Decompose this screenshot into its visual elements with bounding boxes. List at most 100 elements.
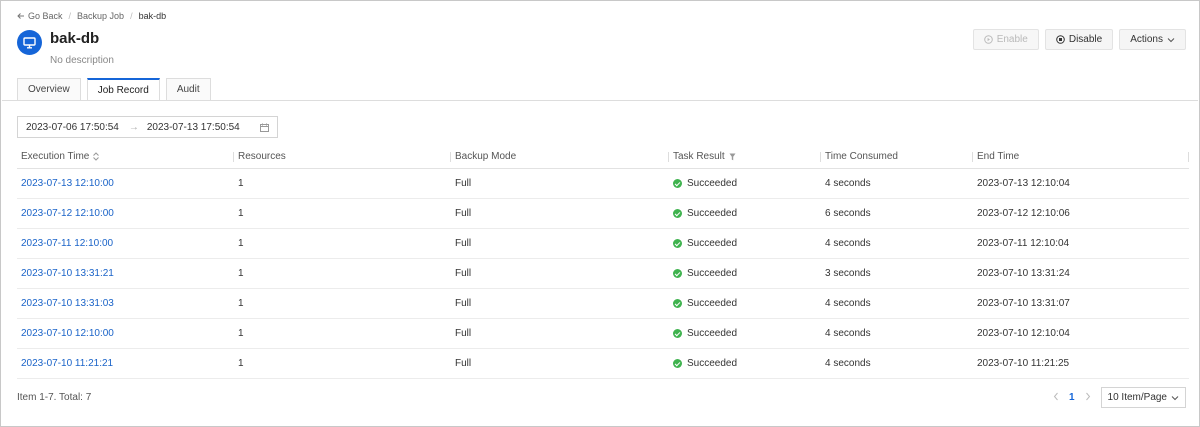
resources-value: 1 xyxy=(238,298,244,309)
chevron-down-icon xyxy=(1167,37,1175,42)
filter-icon[interactable] xyxy=(729,153,736,161)
page-title: bak-db xyxy=(50,30,100,47)
execution-time-link[interactable]: 2023-07-10 12:10:00 xyxy=(21,328,114,339)
end-time-value: 2023-07-10 13:31:07 xyxy=(977,298,1070,309)
table-row: 2023-07-13 12:10:00 1 Full Succeeded 4 s… xyxy=(17,169,1189,199)
disable-button[interactable]: Disable xyxy=(1044,29,1114,50)
table-row: 2023-07-10 11:21:21 1 Full Succeeded 4 s… xyxy=(17,349,1189,379)
chevron-down-icon xyxy=(1171,395,1179,400)
column-label: Task Result xyxy=(673,151,725,162)
monitor-icon xyxy=(23,36,36,48)
calendar-icon xyxy=(260,123,269,132)
column-label: Time Consumed xyxy=(825,151,898,162)
disable-button-label: Disable xyxy=(1068,34,1103,45)
table-header: Execution Time Resources Backup Mode Tas… xyxy=(17,145,1189,169)
breadcrumb-separator: / xyxy=(130,11,133,21)
end-time-value: 2023-07-10 11:21:25 xyxy=(977,358,1070,369)
backup-mode-value: Full xyxy=(455,328,472,339)
execution-time-link[interactable]: 2023-07-10 13:31:03 xyxy=(21,298,114,309)
column-backup-mode: Backup Mode xyxy=(451,145,669,168)
column-end-time: End Time xyxy=(973,145,1189,168)
column-divider xyxy=(1188,152,1189,162)
prev-page-button[interactable] xyxy=(1053,392,1059,404)
resources-value: 1 xyxy=(238,268,244,279)
page-size-select[interactable]: 10 Item/Page xyxy=(1100,387,1186,408)
table-row: 2023-07-11 12:10:00 1 Full Succeeded 4 s… xyxy=(17,229,1189,259)
task-result-value: Succeeded xyxy=(687,238,738,249)
task-result-value: Succeeded xyxy=(687,328,738,339)
task-result-value: Succeeded xyxy=(687,358,738,369)
execution-time-link[interactable]: 2023-07-10 11:21:21 xyxy=(21,358,113,369)
avatar xyxy=(17,30,42,55)
tab-bar: Overview Job Record Audit xyxy=(17,78,211,101)
end-date-value[interactable]: 2023-07-13 17:50:54 xyxy=(147,122,240,133)
end-time-value: 2023-07-13 12:10:04 xyxy=(977,178,1070,189)
backup-mode-value: Full xyxy=(455,178,472,189)
time-consumed-value: 4 seconds xyxy=(825,328,871,339)
page-frame: Go Back / Backup Job / bak-db bak-db No … xyxy=(0,0,1200,427)
breadcrumb-backup-job[interactable]: Backup Job xyxy=(77,11,124,21)
backup-mode-value: Full xyxy=(455,268,472,279)
sort-icon[interactable] xyxy=(93,152,100,161)
enable-button-label: Enable xyxy=(996,34,1028,45)
next-page-button[interactable] xyxy=(1085,392,1091,404)
execution-time-link[interactable]: 2023-07-11 12:10:00 xyxy=(21,238,113,249)
time-consumed-value: 4 seconds xyxy=(825,298,871,309)
resources-value: 1 xyxy=(238,238,244,249)
date-range-picker[interactable]: 2023-07-06 17:50:54 → 2023-07-13 17:50:5… xyxy=(17,116,278,138)
enable-button[interactable]: Enable xyxy=(972,29,1039,50)
time-consumed-value: 4 seconds xyxy=(825,178,871,189)
column-resources: Resources xyxy=(234,145,451,168)
backup-mode-value: Full xyxy=(455,298,472,309)
end-time-value: 2023-07-11 12:10:04 xyxy=(977,238,1070,249)
page-size-value: 10 Item/Page xyxy=(1107,392,1167,403)
resources-value: 1 xyxy=(238,208,244,219)
page-number-current[interactable]: 1 xyxy=(1069,392,1075,403)
column-task-result: Task Result xyxy=(669,145,821,168)
job-record-table: Execution Time Resources Backup Mode Tas… xyxy=(17,145,1189,379)
actions-dropdown-label: Actions xyxy=(1130,34,1163,45)
end-time-value: 2023-07-10 13:31:24 xyxy=(977,268,1070,279)
execution-time-link[interactable]: 2023-07-13 12:10:00 xyxy=(21,178,114,189)
time-consumed-value: 6 seconds xyxy=(825,208,871,219)
table-row: 2023-07-10 12:10:00 1 Full Succeeded 4 s… xyxy=(17,319,1189,349)
backup-mode-value: Full xyxy=(455,238,472,249)
task-result-value: Succeeded xyxy=(687,298,738,309)
execution-time-link[interactable]: 2023-07-12 12:10:00 xyxy=(21,208,114,219)
task-result-value: Succeeded xyxy=(687,208,738,219)
tab-divider xyxy=(2,100,1198,101)
execution-time-link[interactable]: 2023-07-10 13:31:21 xyxy=(21,268,114,279)
end-time-value: 2023-07-12 12:10:06 xyxy=(977,208,1070,219)
end-time-value: 2023-07-10 12:10:04 xyxy=(977,328,1070,339)
range-arrow: → xyxy=(128,121,139,133)
backup-mode-value: Full xyxy=(455,358,472,369)
go-back-link[interactable]: Go Back xyxy=(17,11,63,21)
tab-audit[interactable]: Audit xyxy=(165,78,211,100)
column-label: Execution Time xyxy=(21,151,90,162)
check-circle-icon xyxy=(673,179,682,188)
column-label: Resources xyxy=(238,151,286,162)
start-date-value[interactable]: 2023-07-06 17:50:54 xyxy=(26,122,119,133)
go-back-label: Go Back xyxy=(28,11,63,21)
resources-value: 1 xyxy=(238,178,244,189)
check-circle-icon xyxy=(673,359,682,368)
pagination-summary: Item 1-7. Total: 7 xyxy=(17,392,92,403)
action-bar: Enable Disable Actions xyxy=(972,29,1186,50)
column-label: Backup Mode xyxy=(455,151,517,162)
tab-overview[interactable]: Overview xyxy=(17,78,81,100)
column-label: End Time xyxy=(977,151,1020,162)
actions-dropdown[interactable]: Actions xyxy=(1119,29,1186,50)
task-result-value: Succeeded xyxy=(687,268,738,279)
check-circle-icon xyxy=(673,329,682,338)
check-circle-icon xyxy=(673,239,682,248)
table-row: 2023-07-10 13:31:03 1 Full Succeeded 4 s… xyxy=(17,289,1189,319)
tab-job-record[interactable]: Job Record xyxy=(86,78,160,101)
chevron-right-icon xyxy=(1085,392,1090,400)
backup-mode-value: Full xyxy=(455,208,472,219)
column-time-consumed: Time Consumed xyxy=(821,145,973,168)
table-row: 2023-07-10 13:31:21 1 Full Succeeded 3 s… xyxy=(17,259,1189,289)
chevron-left-icon xyxy=(1053,392,1058,400)
column-execution-time[interactable]: Execution Time xyxy=(17,145,234,168)
task-result-value: Succeeded xyxy=(687,178,738,189)
resources-value: 1 xyxy=(238,328,244,339)
